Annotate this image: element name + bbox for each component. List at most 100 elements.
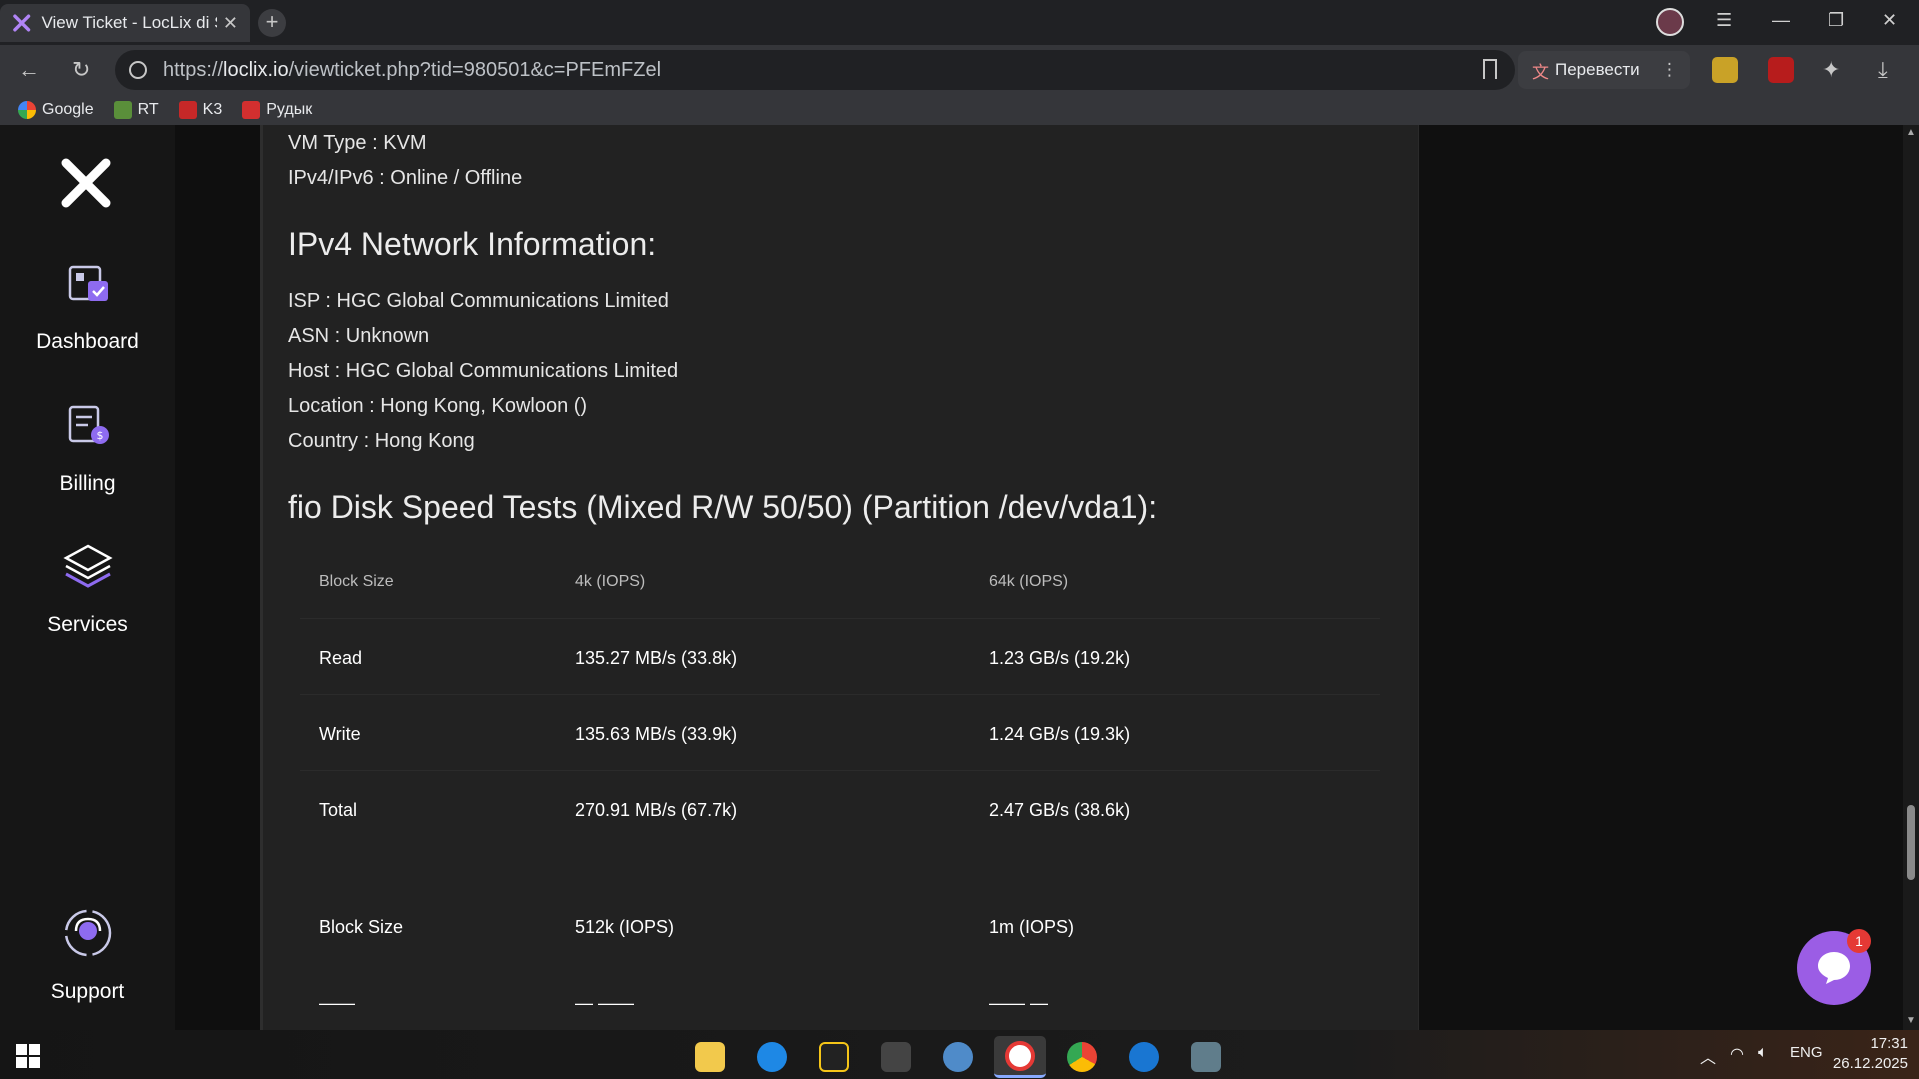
live-chat-button[interactable]: 1 — [1797, 929, 1871, 1005]
table-cell: Read — [319, 648, 363, 668]
sidebar-item-dashboard[interactable]: Dashboard — [0, 255, 175, 354]
sidebar-label-support: Support — [50, 980, 125, 1003]
scroll-down-icon[interactable]: ▼ — [1906, 1015, 1916, 1026]
bookmarks-bar: Google RT K3 Рудык — [0, 95, 1919, 125]
taskbar-calculator[interactable] — [870, 1036, 922, 1078]
folder-icon — [695, 1042, 725, 1072]
media-player-icon — [943, 1042, 973, 1072]
bookmark-rt[interactable]: RT — [113, 101, 159, 119]
translate-button[interactable]: 文 Перевести ⋮ — [1518, 51, 1690, 89]
taskbar-media[interactable] — [932, 1036, 984, 1078]
fio-table-header-row: Block Size 4k (IOPS) 64k (IOPS) — [300, 543, 1380, 619]
host-line: Host : HGC Global Communications Limited — [288, 360, 679, 382]
edge-icon — [757, 1042, 787, 1072]
tray-chevron-up-icon[interactable]: ︿ — [1700, 1044, 1716, 1068]
minimize-icon[interactable]: — — [1772, 10, 1790, 31]
ublock-extension-icon[interactable] — [1768, 57, 1794, 83]
windows-taskbar: ︿ ◠ 🔈︎ ENG 17:31 26.12.2025 — [0, 1030, 1919, 1079]
page-scrollbar[interactable]: ▲ ▼ — [1903, 125, 1919, 1030]
k3-icon — [178, 101, 197, 119]
calculator-icon — [881, 1042, 911, 1072]
table-cell: 135.63 MB/s (33.9k) — [575, 724, 738, 744]
browser-menu-icon[interactable]: ☰ — [1716, 10, 1732, 31]
more-vert-icon[interactable]: ⋮ — [1661, 60, 1678, 80]
fio-heading: fio Disk Speed Tests (Mixed R/W 50/50) (… — [288, 489, 1158, 525]
ip-status-line: IPv4/IPv6 : Online / Offline — [288, 167, 523, 189]
bookmark-k3[interactable]: K3 — [178, 101, 222, 119]
table-header-cell: 4k (IOPS) — [575, 573, 646, 590]
table-row: Read 135.27 MB/s (33.8k) 1.23 GB/s (19.2… — [300, 619, 1380, 695]
restore-icon[interactable]: ❐ — [1828, 10, 1844, 31]
remote-desktop-icon — [1191, 1042, 1221, 1072]
sidebar-label-billing: Billing — [59, 472, 116, 495]
network-info-heading: IPv4 Network Information: — [288, 226, 657, 262]
discount-extension-icon[interactable] — [1712, 57, 1738, 83]
taskbar-clock[interactable]: 17:31 26.12.2025 — [1832, 1034, 1908, 1074]
taskbar-chrome[interactable] — [1056, 1036, 1108, 1078]
tab-view-ticket[interactable]: View Ticket - LocLix di S ✕ — [0, 4, 250, 42]
extensions-puzzle-icon[interactable]: ✦ — [1822, 57, 1840, 83]
svg-text:$: $ — [96, 429, 103, 442]
vm-type-line: VM Type : KVM — [288, 132, 427, 154]
windows-start-icon[interactable] — [16, 1044, 40, 1068]
loclix-favicon-icon — [13, 14, 31, 32]
wifi-icon[interactable]: ◠ — [1730, 1044, 1744, 1064]
taskbar-explorer[interactable] — [684, 1036, 736, 1078]
table-header-cell: 1m (IOPS) — [989, 917, 1075, 937]
table-cell: 270.91 MB/s (67.7k) — [575, 800, 738, 820]
bookmark-icon[interactable] — [1483, 59, 1497, 79]
table-cell: —— — — [989, 993, 1049, 1013]
table-header-cell: 64k (IOPS) — [989, 573, 1069, 590]
reload-icon[interactable]: ↻ — [72, 57, 90, 83]
scrollbar-thumb[interactable] — [1907, 805, 1915, 880]
dashboard-icon — [68, 265, 108, 301]
v-app-icon — [1129, 1042, 1159, 1072]
youtube-icon — [242, 101, 261, 119]
table-cell: 1.23 GB/s (19.2k) — [989, 648, 1131, 668]
sidebar-label-services: Services — [47, 613, 128, 636]
table-cell: 1.24 GB/s (19.3k) — [989, 724, 1131, 744]
bookmark-rudyk[interactable]: Рудык — [242, 101, 312, 119]
address-bar[interactable]: https://loclix.io/viewticket.php?tid=980… — [115, 50, 1515, 90]
sidebar-item-services[interactable]: Services — [0, 538, 175, 637]
tab-close-icon[interactable]: ✕ — [223, 13, 238, 34]
chat-icon — [1818, 952, 1850, 984]
url-text: https://loclix.io/viewticket.php?tid=980… — [163, 58, 662, 81]
taskbar-yandex-browser[interactable] — [994, 1036, 1046, 1078]
table-row: Total 270.91 MB/s (67.7k) 2.47 GB/s (38.… — [300, 771, 1380, 847]
chat-unread-badge: 1 — [1847, 929, 1871, 953]
translate-icon: 文 — [1532, 62, 1549, 82]
close-window-icon[interactable]: ✕ — [1882, 10, 1897, 31]
table-cell: 2.47 GB/s (38.6k) — [989, 800, 1131, 820]
language-indicator[interactable]: ENG — [1790, 1044, 1823, 1061]
right-margin — [1418, 125, 1903, 1030]
profile-avatar[interactable] — [1656, 8, 1684, 36]
taskbar-edge[interactable] — [746, 1036, 798, 1078]
rt-icon — [113, 101, 132, 119]
google-icon — [18, 101, 36, 119]
taskbar-remote-desktop[interactable] — [1180, 1036, 1232, 1078]
volume-icon[interactable]: 🔈︎ — [1758, 1044, 1768, 1062]
table-cell: Write — [319, 724, 361, 744]
table-cell: 135.27 MB/s (33.8k) — [575, 648, 738, 668]
chrome-icon — [1067, 1042, 1097, 1072]
location-line: Location : Hong Kong, Kowloon () — [288, 395, 588, 417]
download-icon[interactable]: ⤓ — [1878, 57, 1888, 83]
fio-table2-header-row: Block Size 512k (IOPS) 1m (IOPS) — [300, 888, 1380, 964]
sidebar-item-billing[interactable]: $ Billing — [0, 397, 175, 496]
taskbar-app-v[interactable] — [1118, 1036, 1170, 1078]
clock-date: 26.12.2025 — [1832, 1055, 1908, 1072]
scroll-up-icon[interactable]: ▲ — [1906, 127, 1916, 138]
loclix-logo[interactable] — [58, 155, 114, 211]
tab-strip: View Ticket - LocLix di S ✕ + ☰ — ❐ ✕ — [0, 0, 1919, 45]
yandex-browser-icon — [1005, 1040, 1035, 1071]
sidebar-item-support[interactable]: Support — [0, 905, 175, 1004]
back-arrow-icon[interactable]: ← — [18, 57, 40, 83]
new-tab-button[interactable]: + — [258, 9, 286, 37]
taskbar-app-sun[interactable] — [808, 1036, 860, 1078]
bookmark-google[interactable]: Google — [18, 101, 94, 119]
table-cell: — —— — [575, 993, 635, 1013]
clock-time: 17:31 — [1870, 1035, 1908, 1052]
asn-line: ASN : Unknown — [288, 325, 430, 347]
site-info-icon[interactable] — [129, 61, 147, 79]
